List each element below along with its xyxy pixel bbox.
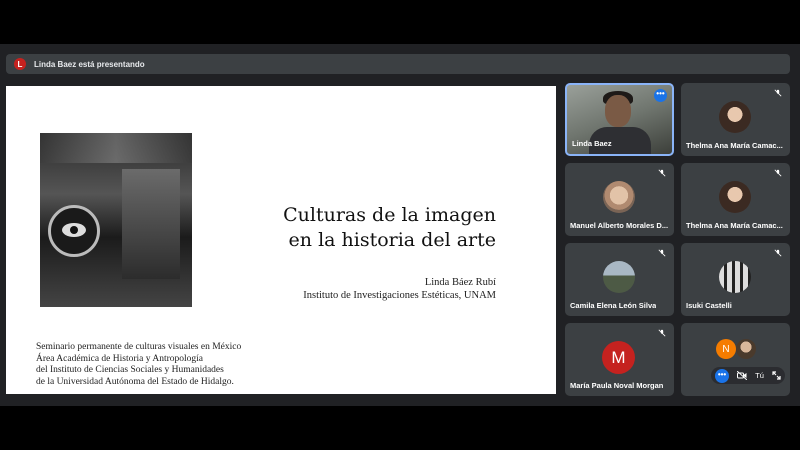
participant-avatar <box>719 181 751 213</box>
more-options-icon[interactable]: ••• <box>715 368 730 383</box>
slide-author-block: Linda Báez Rubí Instituto de Investigaci… <box>176 276 496 302</box>
participant-avatar <box>719 261 751 293</box>
presenter-avatar: L <box>14 58 26 70</box>
participant-tile[interactable]: Thelma Ana María Camac... <box>681 83 790 156</box>
participant-name: Manuel Alberto Morales D... <box>570 221 669 230</box>
mic-off-icon <box>658 249 666 257</box>
participant-tile[interactable]: Thelma Ana María Camac... <box>681 163 790 236</box>
slide-footer: Seminario permanente de culturas visuale… <box>36 342 316 388</box>
mic-off-icon <box>774 89 782 97</box>
participant-name: Linda Baez <box>572 139 612 148</box>
participant-avatar: M <box>602 341 635 374</box>
participant-avatar <box>736 339 756 359</box>
participant-name: Camila Elena León Silva <box>570 301 657 310</box>
self-tile[interactable]: N ••• Tú <box>681 323 790 396</box>
self-controls: ••• Tú <box>711 367 785 384</box>
presenting-banner: L Linda Baez está presentando <box>6 54 790 74</box>
participant-avatar <box>603 261 635 293</box>
slide-footer-line: Seminario permanente de culturas visuale… <box>36 342 242 352</box>
presenting-text: Linda Baez está presentando <box>34 59 145 69</box>
eye-sign-image <box>48 205 100 257</box>
participant-tile[interactable]: Camila Elena León Silva <box>565 243 674 316</box>
participant-name: María Paula Noval Morgan <box>570 381 664 390</box>
meet-window: L Linda Baez está presentando Culturas d… <box>0 44 800 406</box>
slide-title-line: Culturas de la imagen <box>283 204 496 226</box>
participant-tile[interactable]: M María Paula Noval Morgan <box>565 323 674 396</box>
slide-footer-line: Área Académica de Historia y Antropologí… <box>36 353 203 364</box>
participant-avatar <box>719 101 751 133</box>
mic-off-icon <box>774 249 782 257</box>
participant-name: Isuki Castelli <box>686 301 732 310</box>
speaker-video <box>605 95 631 127</box>
slide-photo <box>40 133 192 307</box>
presentation-slide: Culturas de la imagen en la historia del… <box>6 86 556 394</box>
participant-tile[interactable]: Manuel Alberto Morales D... <box>565 163 674 236</box>
participant-tile[interactable]: Isuki Castelli <box>681 243 790 316</box>
self-avatar: N <box>716 339 736 359</box>
you-label: Tú <box>755 371 764 380</box>
participant-name: Thelma Ana María Camac... <box>686 221 783 230</box>
slide-title: Culturas de la imagen en la historia del… <box>176 203 496 253</box>
slide-author: Linda Báez Rubí <box>424 277 496 288</box>
mic-off-icon <box>658 329 666 337</box>
slide-footer-line: de la Universidad Autónoma del Estado de… <box>36 376 234 387</box>
slide-institute: Instituto de Investigaciones Estéticas, … <box>303 290 496 301</box>
slide-title-line: en la historia del arte <box>288 229 496 251</box>
mic-off-icon <box>658 169 666 177</box>
participant-tile-speaker[interactable]: ••• Linda Baez <box>565 83 674 156</box>
slide-footer-line: del Instituto de Ciencias Sociales y Hum… <box>36 365 224 375</box>
participant-avatar <box>603 181 635 213</box>
expand-icon[interactable] <box>772 371 781 380</box>
more-options-icon[interactable]: ••• <box>654 89 667 102</box>
mic-off-icon <box>774 169 782 177</box>
camera-off-icon[interactable] <box>737 371 748 380</box>
participant-name: Thelma Ana María Camac... <box>686 141 783 150</box>
